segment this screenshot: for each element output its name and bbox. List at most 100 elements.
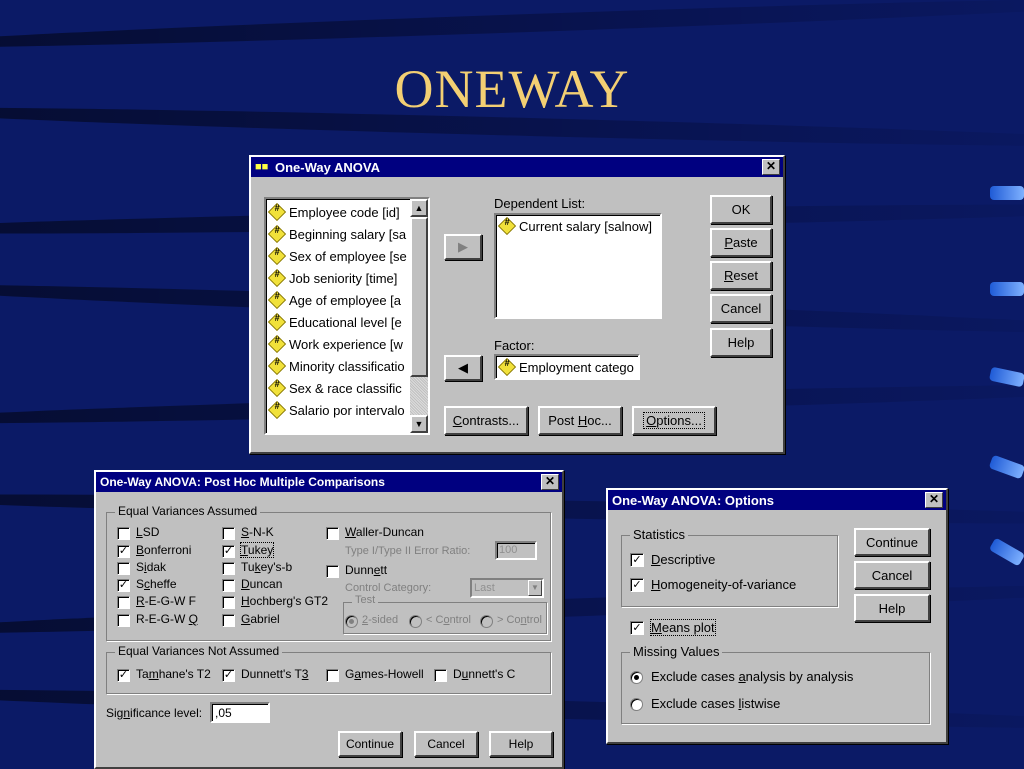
games-howell-label: Games-Howell <box>345 667 424 681</box>
factor-field[interactable]: Employment catego <box>494 354 640 380</box>
exclude-analysis-radio[interactable] <box>630 671 643 684</box>
two-sided-radio[interactable] <box>345 615 358 628</box>
variable-list-item[interactable]: Salario por intervalo <box>266 399 410 421</box>
homogeneity-checkbox[interactable]: ✓ <box>630 578 644 592</box>
variable-list-item[interactable]: Age of employee [a <box>266 289 410 311</box>
gabriel-checkbox[interactable] <box>222 614 235 627</box>
variable-list-item[interactable]: Beginning salary [sa <box>266 223 410 245</box>
contrasts-button[interactable]: Contrasts... <box>444 406 528 435</box>
bonferroni-checkbox[interactable]: ✓ <box>117 545 130 558</box>
background-stripe <box>0 0 1024 55</box>
less-control-label: < Control <box>426 614 471 626</box>
continue-button[interactable]: Continue <box>854 528 930 556</box>
duncan-checkbox[interactable] <box>222 579 235 592</box>
close-icon[interactable]: ✕ <box>925 492 943 508</box>
tukey-checkbox[interactable]: ✓ <box>222 545 235 558</box>
dialog-titlebar: One-Way ANOVA: Options ✕ <box>608 490 946 510</box>
group-legend: Test <box>352 594 379 606</box>
dependent-item-label: Current salary [salnow] <box>519 218 652 234</box>
close-icon[interactable]: ✕ <box>541 474 559 490</box>
variable-list[interactable]: Employee code [id] Beginning salary [sa Se… <box>264 197 430 435</box>
variable-list-item[interactable]: Educational level [e <box>266 311 410 333</box>
ok-button[interactable]: OK <box>710 195 772 224</box>
scroll-up-icon[interactable]: ▲ <box>410 199 428 217</box>
post-hoc-button[interactable]: Post Hoc... <box>538 406 622 435</box>
control-category-label: Control Category: <box>345 582 432 594</box>
scroll-thumb[interactable] <box>410 217 428 377</box>
list-item[interactable]: Current salary [salnow] <box>496 215 660 237</box>
group-legend: Missing Values <box>630 644 723 659</box>
tamhane-checkbox[interactable]: ✓ <box>117 669 130 682</box>
snk-checkbox[interactable] <box>222 527 235 540</box>
scale-variable-icon <box>267 224 287 244</box>
decorative-mark <box>990 186 1024 200</box>
scale-variable-icon <box>497 216 517 236</box>
move-from-factor-button[interactable]: ◀ <box>444 355 482 381</box>
continue-button[interactable]: Continue <box>338 731 402 757</box>
close-icon[interactable]: ✕ <box>762 159 780 175</box>
scale-variable-icon <box>267 400 287 420</box>
variable-list-item[interactable]: Job seniority [time] <box>266 267 410 289</box>
dunnett-c-label: Dunnett's C <box>453 667 516 681</box>
paste-button[interactable]: Paste <box>710 228 772 257</box>
waller-duncan-checkbox[interactable] <box>326 527 339 540</box>
chevron-down-icon[interactable]: ▼ <box>528 580 542 596</box>
move-to-dependent-button[interactable]: ▶ <box>444 234 482 260</box>
variable-label: Employee code [id] <box>289 204 400 220</box>
hochberg-label: Hochberg's GT2 <box>241 594 328 608</box>
options-button[interactable]: Options... <box>632 406 716 435</box>
regwf-checkbox[interactable] <box>117 596 130 609</box>
reset-button[interactable]: Reset <box>710 261 772 290</box>
app-icon: ■■ <box>255 161 269 173</box>
variable-list-item[interactable]: Employee code [id] <box>266 201 410 223</box>
dependent-list[interactable]: Current salary [salnow] <box>494 213 662 319</box>
error-ratio-value: 100 <box>499 544 518 556</box>
variable-label: Beginning salary [sa <box>289 226 407 242</box>
help-button[interactable]: Help <box>854 594 930 622</box>
means-plot-checkbox[interactable]: ✓ <box>630 621 644 635</box>
exclude-listwise-radio[interactable] <box>630 698 643 711</box>
variable-list-item[interactable]: Sex & race classific <box>266 377 410 399</box>
lsd-checkbox[interactable] <box>117 527 130 540</box>
significance-level-input[interactable]: ,05 <box>210 702 270 723</box>
missing-values-group: Missing Values <box>621 644 930 724</box>
tukeys-b-checkbox[interactable] <box>222 562 235 575</box>
scale-variable-icon <box>267 246 287 266</box>
help-button[interactable]: Help <box>710 328 772 357</box>
greater-control-label: > Control <box>497 614 542 626</box>
dunnett-c-checkbox[interactable] <box>434 669 447 682</box>
scroll-down-icon[interactable]: ▼ <box>410 415 428 433</box>
scheffe-checkbox[interactable]: ✓ <box>117 579 130 592</box>
variable-list-scrollbar[interactable]: ▲ ▼ <box>410 199 428 433</box>
variable-label: Sex & race classific <box>289 380 402 396</box>
factor-value: Employment catego <box>519 359 634 375</box>
error-ratio-label: Type I/Type II Error Ratio: <box>345 545 471 557</box>
dunnett-checkbox[interactable] <box>326 565 339 578</box>
gabriel-label: Gabriel <box>241 612 280 626</box>
sidak-checkbox[interactable] <box>117 562 130 575</box>
help-button[interactable]: Help <box>489 731 553 757</box>
dunnett-t3-checkbox[interactable]: ✓ <box>222 669 235 682</box>
greater-control-radio[interactable] <box>480 615 493 628</box>
regwq-label: R-E-G-W Q <box>136 612 198 626</box>
less-control-radio[interactable] <box>409 615 422 628</box>
hochberg-checkbox[interactable] <box>222 596 235 609</box>
variable-list-item[interactable]: Sex of employee [se <box>266 245 410 267</box>
control-category-select[interactable]: Last ▼ <box>470 578 544 598</box>
variable-list-item[interactable]: Minority classificatio <box>266 355 410 377</box>
descriptive-checkbox[interactable]: ✓ <box>630 553 644 567</box>
error-ratio-field[interactable]: 100 <box>495 541 537 560</box>
scale-variable-icon <box>267 334 287 354</box>
cancel-button[interactable]: Cancel <box>414 731 478 757</box>
dependent-list-label: Dependent List: <box>494 196 586 211</box>
waller-duncan-label: Waller-Duncan <box>345 525 424 539</box>
cancel-button[interactable]: Cancel <box>710 294 772 323</box>
regwq-checkbox[interactable] <box>117 614 130 627</box>
games-howell-checkbox[interactable] <box>326 669 339 682</box>
sidak-label: Sidak <box>136 560 167 574</box>
dialog-title: One-Way ANOVA: Post Hoc Multiple Compari… <box>100 475 385 489</box>
descriptive-label: Descriptive <box>651 552 716 567</box>
variable-list-item[interactable]: Work experience [w <box>266 333 410 355</box>
cancel-button[interactable]: Cancel <box>854 561 930 589</box>
tamhane-label: Tamhane's T2 <box>136 667 211 681</box>
